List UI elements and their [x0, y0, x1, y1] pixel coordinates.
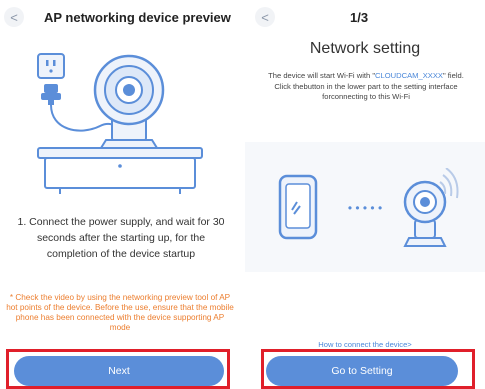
chevron-left-icon: < — [10, 9, 18, 25]
chevron-left-icon: < — [261, 9, 269, 25]
page-title: Network setting — [309, 40, 421, 57]
right-screen: < 1/3 Network setting The device will st… — [245, 0, 485, 389]
ssid-highlight: CLOUDCAM_XXXX — [375, 71, 443, 80]
phone-camera-illustration: • • • • • — [278, 168, 459, 247]
left-screen: < AP networking device preview 1. Connec… — [0, 0, 240, 389]
connection-dots: • • • • • — [348, 201, 382, 215]
camera-icon — [93, 54, 165, 149]
table-icon — [37, 147, 203, 194]
power-socket-icon — [37, 53, 65, 79]
highlight-box — [6, 349, 230, 389]
how-to-connect-link[interactable]: How to connect the device> — [245, 340, 485, 349]
step-indicator: 1/3 — [350, 10, 369, 25]
back-button[interactable]: < — [4, 7, 24, 27]
back-button[interactable]: < — [255, 7, 275, 27]
power-plug-icon — [41, 84, 61, 105]
description-prefix: The device will start Wi-Fi with " — [268, 71, 376, 80]
camera-power-illustration — [37, 53, 203, 194]
description-text: The device will start Wi-Fi with "CLOUDC… — [261, 71, 471, 103]
camera-icon — [403, 180, 447, 247]
phone-icon — [278, 174, 318, 240]
instruction-text: 1. Connect the power supply, and wait fo… — [17, 216, 225, 260]
highlight-box — [261, 349, 475, 389]
warning-text: * Check the video by using the networkin… — [6, 293, 234, 332]
page-title: AP networking device preview — [44, 10, 231, 25]
